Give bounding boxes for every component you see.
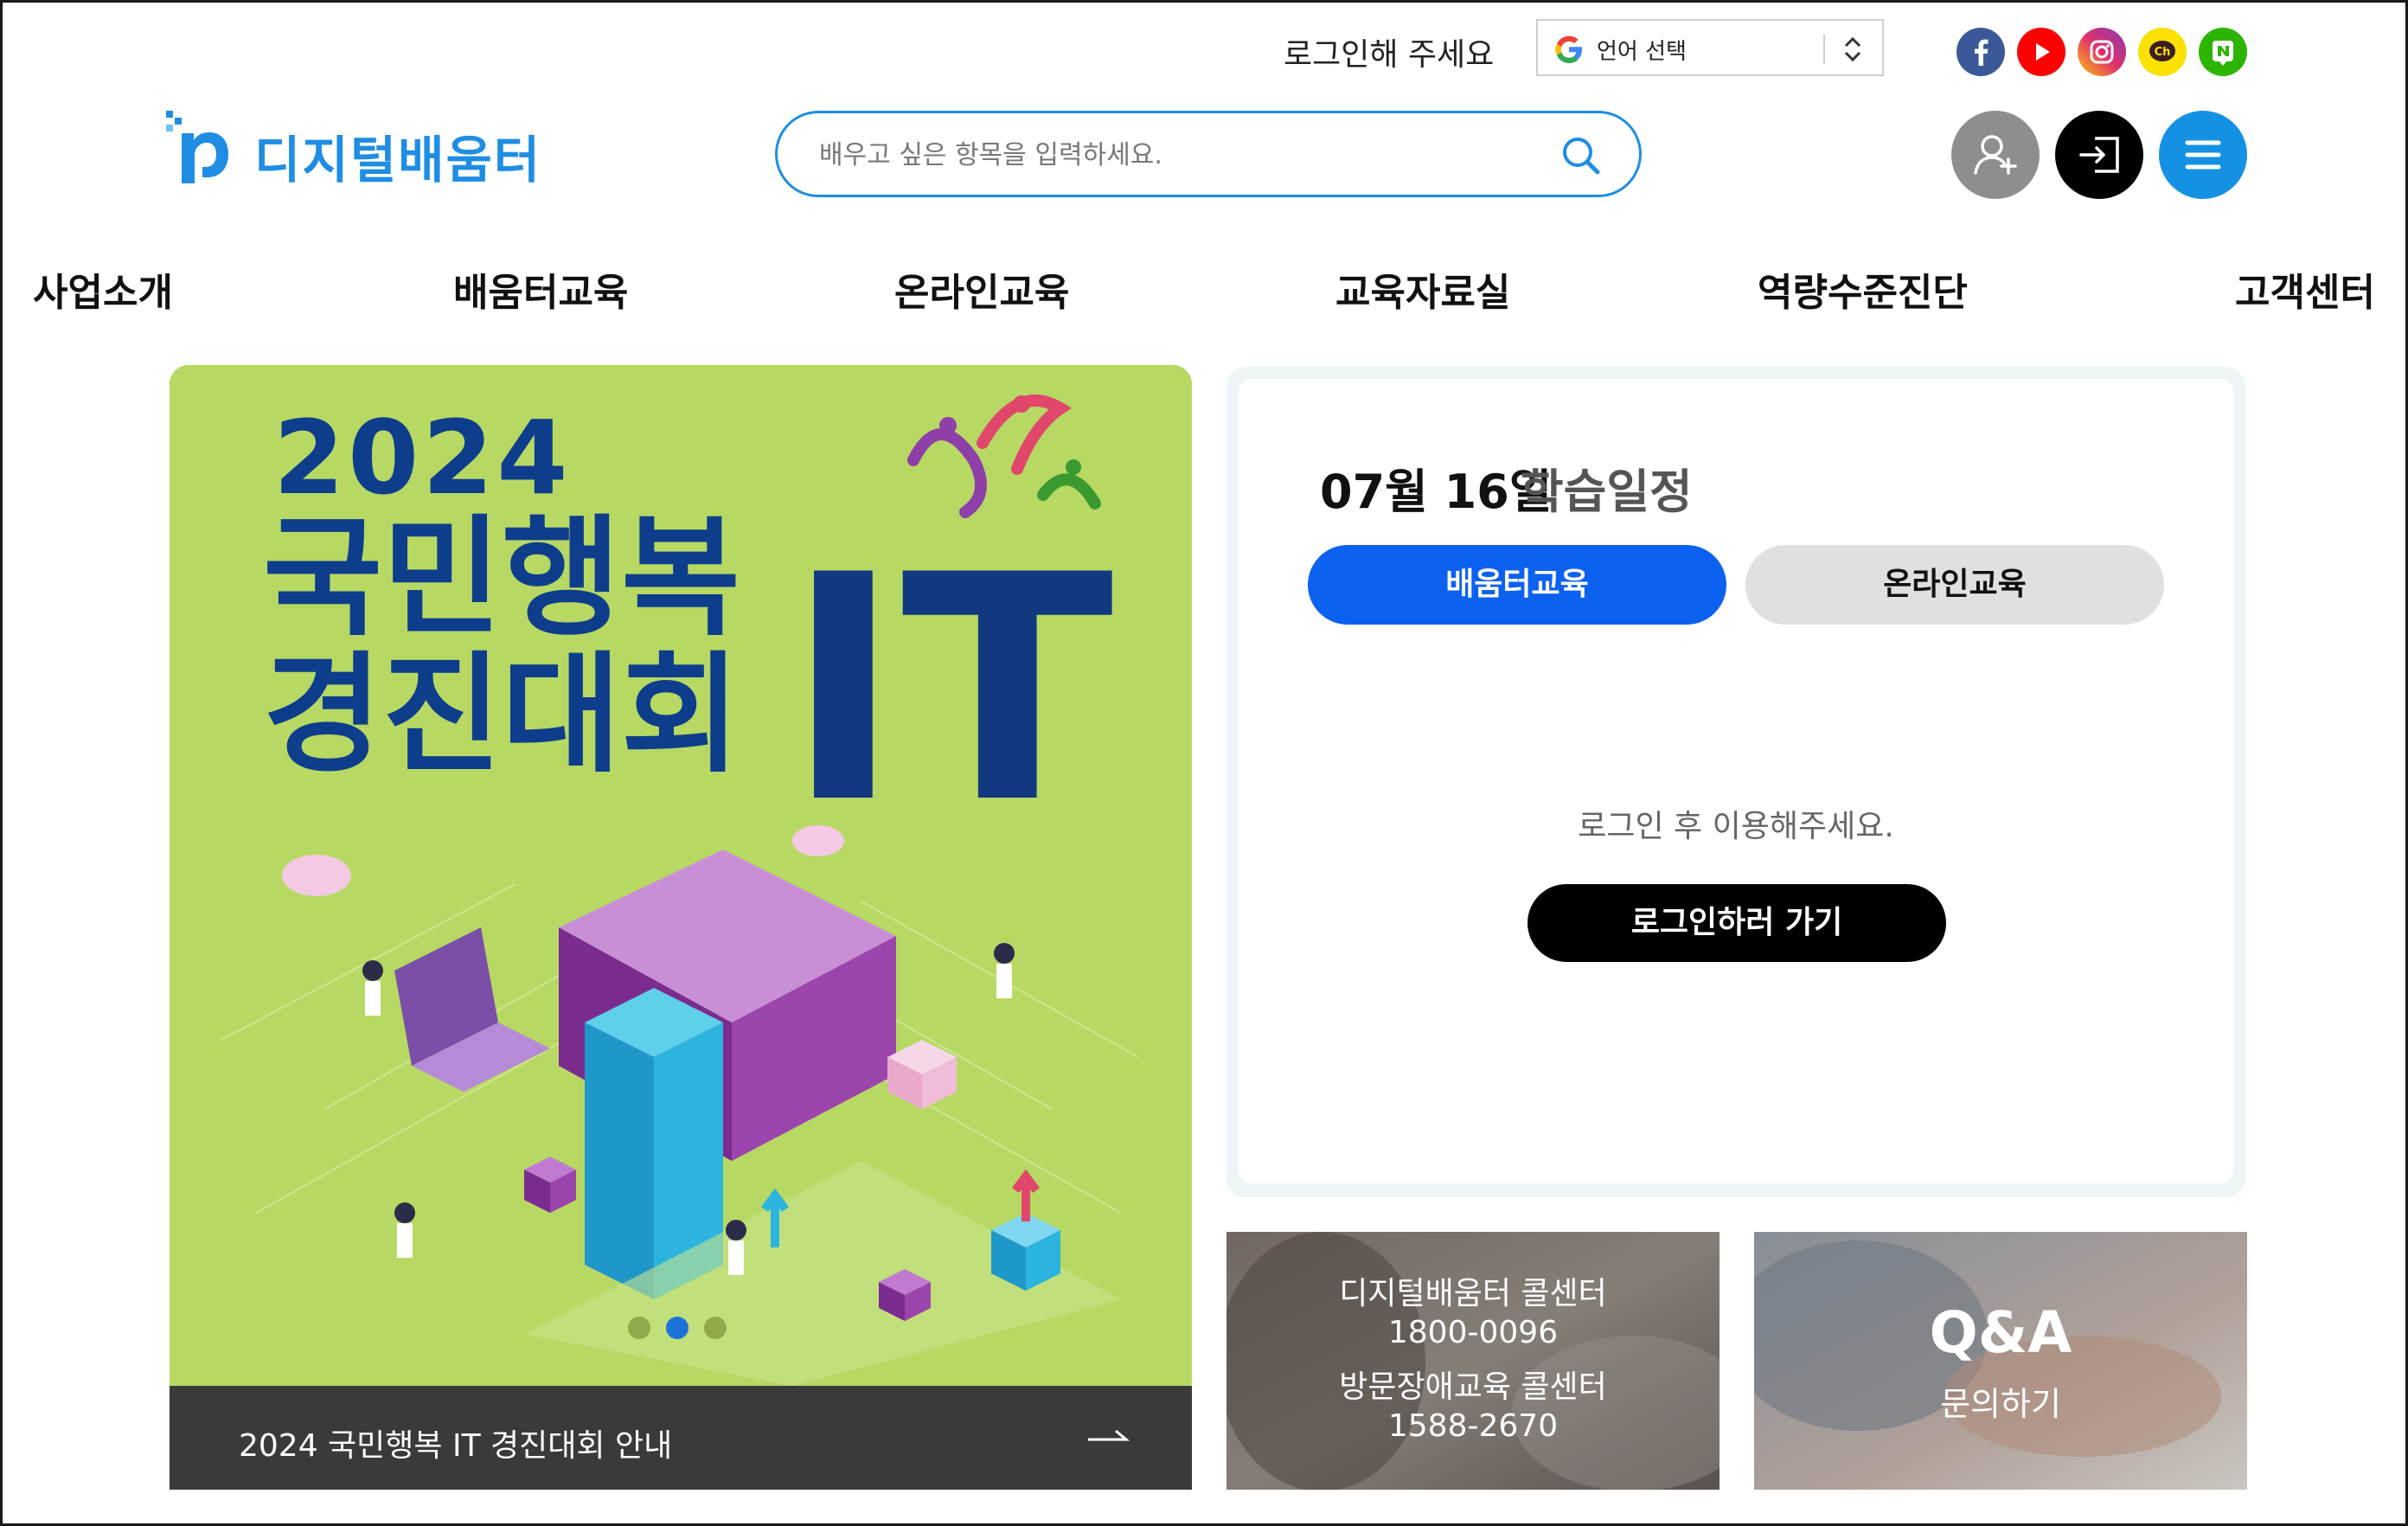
banner-dot-2[interactable] bbox=[666, 1317, 688, 1339]
banner-caption: 2024 국민행복 IT 경진대회 안내 bbox=[239, 1428, 673, 1464]
language-select[interactable]: 언어 선택 bbox=[1536, 19, 1884, 76]
banner-dot-1[interactable] bbox=[628, 1317, 650, 1339]
instagram-link[interactable] bbox=[2078, 28, 2126, 76]
learning-schedule-card: 07월 16일 학습일정 배움터교육 온라인교육 로그인 후 이용해주세요. 로… bbox=[1239, 379, 2233, 1183]
add-user-icon bbox=[1951, 111, 2040, 199]
call-center-card[interactable]: 디지털배움터 콜센터 1800-0096 방문장애교육 콜센터 1588-267… bbox=[1226, 1232, 1720, 1490]
qa-subtitle: 문의하기 bbox=[1940, 1385, 2061, 1423]
instagram-icon bbox=[2078, 28, 2126, 76]
google-icon bbox=[1555, 35, 1582, 63]
facebook-link[interactable] bbox=[1956, 28, 2005, 76]
youtube-link[interactable] bbox=[2017, 28, 2065, 76]
banner-headline-line1: 국민행복 bbox=[263, 503, 740, 654]
hamburger-icon bbox=[2159, 111, 2247, 199]
login-button[interactable] bbox=[2055, 111, 2143, 199]
schedule-date: 07월 16일 bbox=[1320, 465, 1553, 519]
schedule-login-message: 로그인 후 이용해주세요. bbox=[1578, 809, 1894, 844]
youtube-icon bbox=[2017, 28, 2065, 76]
search-input[interactable] bbox=[819, 132, 1546, 177]
banner-illustration: 2024 국민행복 경진대회 IT bbox=[170, 365, 1192, 1386]
disability-call-center-phone: 1588-2670 bbox=[1387, 1408, 1559, 1444]
tab-classroom-education[interactable]: 배움터교육 bbox=[1308, 545, 1726, 625]
login-prompt[interactable]: 로그인해 주세요 bbox=[1284, 29, 1494, 74]
logo-mark-icon[interactable] bbox=[166, 111, 234, 183]
banner-year: 2024 bbox=[273, 398, 571, 517]
learning-schedule-panel: 07월 16일 학습일정 배움터교육 온라인교육 로그인 후 이용해주세요. 로… bbox=[1226, 367, 2245, 1197]
language-select-divider bbox=[1823, 35, 1825, 64]
banner-headline-it: IT bbox=[785, 509, 1115, 871]
schedule-title: 학습일정 bbox=[1521, 465, 1693, 519]
arrow-right-icon bbox=[1088, 1429, 1130, 1441]
qa-card[interactable]: Q&A 문의하기 bbox=[1754, 1232, 2247, 1490]
logo-text[interactable]: 디지털배움터 bbox=[254, 119, 541, 192]
svg-text:Ch: Ch bbox=[2155, 46, 2171, 59]
naver-blog-icon bbox=[2199, 28, 2247, 76]
disability-call-center-name: 방문장애교육 콜센터 bbox=[1339, 1369, 1607, 1405]
language-select-label: 언어 선택 bbox=[1597, 39, 1687, 65]
nav-item-resources[interactable]: 교육자료실 bbox=[1335, 261, 1510, 317]
signup-button[interactable] bbox=[1951, 111, 2040, 199]
menu-button[interactable] bbox=[2159, 111, 2247, 199]
nav-item-competency-test[interactable]: 역량수준진단 bbox=[1758, 261, 1968, 317]
nav-item-classroom-education[interactable]: 배움터교육 bbox=[453, 261, 628, 317]
updown-arrows-icon bbox=[1844, 36, 1861, 62]
kakao-channel-link[interactable]: Ch bbox=[2138, 28, 2187, 76]
login-icon bbox=[2055, 111, 2143, 199]
search-icon[interactable] bbox=[1558, 132, 1604, 179]
nav-item-customer-center[interactable]: 고객센터 bbox=[2235, 261, 2375, 317]
facebook-icon bbox=[1956, 28, 2005, 76]
qa-title: Q&A bbox=[1929, 1299, 2072, 1366]
kakao-channel-icon: Ch bbox=[2138, 28, 2187, 76]
go-login-button[interactable]: 로그인하러 가기 bbox=[1527, 884, 1946, 962]
nav-item-online-education[interactable]: 온라인교육 bbox=[894, 261, 1069, 317]
naver-blog-link[interactable] bbox=[2199, 28, 2247, 76]
banner-dot-3[interactable] bbox=[704, 1317, 727, 1339]
call-center-phone: 1800-0096 bbox=[1387, 1315, 1559, 1350]
nav-item-about[interactable]: 사업소개 bbox=[33, 261, 173, 317]
tab-online-education[interactable]: 온라인교육 bbox=[1745, 545, 2164, 625]
banner-headline-line2: 경진대회 bbox=[263, 640, 740, 791]
call-center-name: 디지털배움터 콜센터 bbox=[1339, 1276, 1607, 1311]
search-bar bbox=[775, 111, 1642, 197]
banner-caption-bar[interactable]: 2024 국민행복 IT 경진대회 안내 bbox=[170, 1386, 1192, 1490]
